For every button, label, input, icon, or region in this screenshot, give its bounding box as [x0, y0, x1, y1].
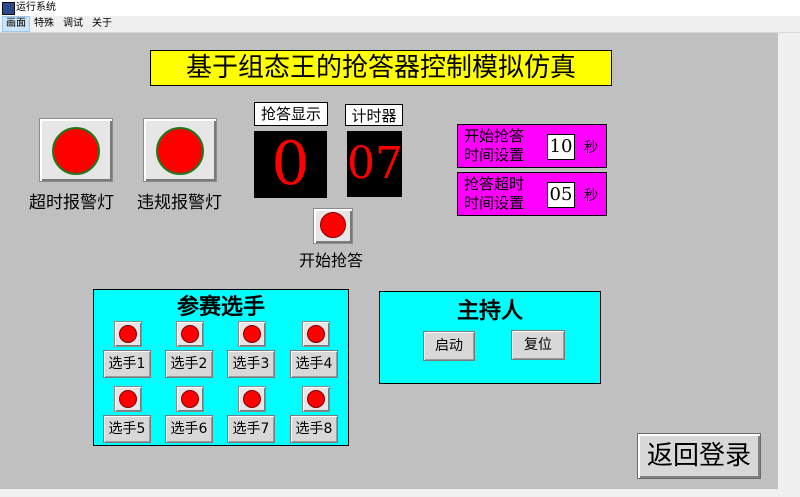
player-3-lamp: [238, 321, 266, 347]
player-6-button[interactable]: 选手6: [165, 415, 213, 443]
player-3-button[interactable]: 选手3: [227, 350, 275, 378]
player-8-button[interactable]: 选手8: [290, 415, 338, 443]
timeout-alarm-lamp-icon: [52, 127, 100, 175]
violation-alarm-lamp-icon: [156, 127, 204, 175]
timeout-setting: 抢答超时 时间设置 05 秒: [457, 172, 607, 216]
player-5-button[interactable]: 选手5: [103, 415, 151, 443]
player-6-lamp: [176, 386, 204, 412]
player-5-lamp: [114, 386, 142, 412]
host-panel: 主持人 启动 复位: [379, 291, 601, 384]
player-7-lamp: [238, 386, 266, 412]
window-title: 运行系统: [16, 2, 56, 13]
player-3-lamp-icon: [243, 325, 261, 343]
players-panel: 参赛选手 选手1 选手2 选手3 选手4 选手5 选手6 选手7 选手8: [93, 289, 349, 446]
return-login-button[interactable]: 返回登录: [637, 433, 761, 479]
hmi-canvas: 基于组态王的抢答器控制模拟仿真 超时报警灯 违规报警灯 抢答显示 0 计时器 0…: [0, 33, 778, 489]
player-8-lamp: [302, 386, 330, 412]
player-7-button[interactable]: 选手7: [227, 415, 275, 443]
start-time-setting: 开始抢答 时间设置 10 秒: [457, 124, 607, 168]
start-time-input[interactable]: 10: [547, 134, 575, 160]
timeout-setting-label: 抢答超时 时间设置: [464, 175, 525, 212]
players-panel-title: 参赛选手: [176, 294, 265, 320]
timer-label: 计时器: [345, 104, 403, 126]
page-title: 基于组态王的抢答器控制模拟仿真: [150, 50, 612, 86]
player-1-lamp-icon: [119, 325, 137, 343]
title-bar: 运行系统: [0, 0, 800, 16]
player-8-lamp-icon: [307, 390, 325, 408]
menu-bar: 画面 特殊 调试 关于: [0, 16, 800, 33]
violation-alarm-label: 违规报警灯: [137, 193, 222, 213]
answer-display: 0: [254, 131, 327, 198]
player-1-button[interactable]: 选手1: [103, 350, 151, 378]
menu-item-special[interactable]: 特殊: [31, 16, 57, 32]
host-start-button[interactable]: 启动: [423, 331, 475, 361]
timeout-input[interactable]: 05: [547, 182, 575, 208]
start-answer-button[interactable]: [313, 208, 353, 244]
start-answer-label: 开始抢答: [299, 251, 364, 270]
answer-display-label: 抢答显示: [254, 102, 328, 126]
player-2-lamp: [176, 321, 204, 347]
menu-item-about[interactable]: 关于: [89, 16, 115, 32]
player-4-button[interactable]: 选手4: [290, 350, 338, 378]
menu-item-screen[interactable]: 画面: [2, 16, 30, 32]
app-icon: [2, 2, 15, 15]
start-time-setting-label: 开始抢答 时间设置: [464, 127, 525, 164]
player-1-lamp: [114, 321, 142, 347]
player-6-lamp-icon: [181, 390, 199, 408]
player-5-lamp-icon: [119, 390, 137, 408]
player-2-lamp-icon: [181, 325, 199, 343]
violation-alarm-lamp-frame: [143, 118, 217, 182]
player-4-lamp-icon: [307, 325, 325, 343]
start-time-unit: 秒: [584, 140, 598, 156]
player-2-button[interactable]: 选手2: [165, 350, 213, 378]
start-answer-lamp-icon: [320, 212, 346, 238]
timeout-alarm-label: 超时报警灯: [29, 193, 114, 213]
player-4-lamp: [302, 321, 330, 347]
menu-item-debug[interactable]: 调试: [60, 16, 86, 32]
timeout-unit: 秒: [584, 188, 598, 204]
host-panel-title: 主持人: [456, 298, 523, 324]
horizontal-scrollbar[interactable]: [0, 489, 778, 497]
vertical-scrollbar[interactable]: [778, 33, 800, 497]
timer-display: 07: [347, 131, 403, 197]
host-reset-button[interactable]: 复位: [511, 330, 565, 360]
player-7-lamp-icon: [243, 390, 261, 408]
timeout-alarm-lamp-frame: [39, 118, 113, 182]
